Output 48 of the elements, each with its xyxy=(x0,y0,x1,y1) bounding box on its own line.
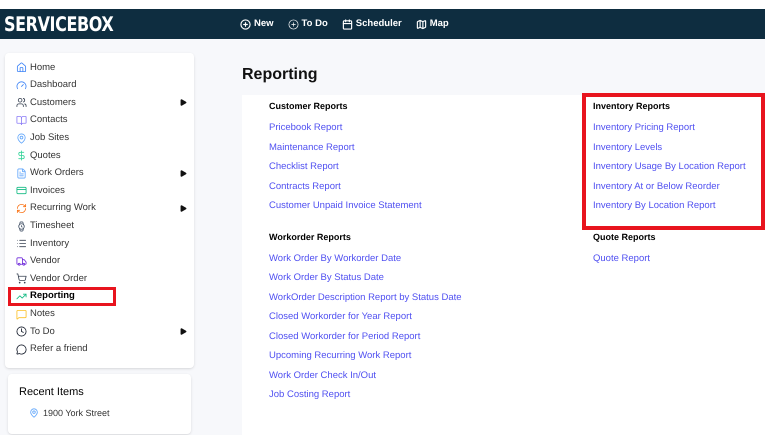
sidebar-item[interactable]: Vendor xyxy=(16,254,60,268)
sidebar-item[interactable]: Quotes xyxy=(16,148,61,163)
sidebar-item[interactable]: Dashboard xyxy=(16,78,76,93)
report-link[interactable]: Pricebook Report xyxy=(269,122,342,133)
sidebar-item[interactable]: Contacts xyxy=(16,113,68,128)
report-link[interactable]: Inventory Levels xyxy=(593,142,662,152)
recent-item[interactable]: 1900 York Street xyxy=(29,406,180,420)
page-title: Reporting xyxy=(242,65,319,85)
sidebar-item[interactable]: Notes xyxy=(16,306,55,322)
report-link[interactable]: Closed Workorder for Year Report xyxy=(269,311,412,322)
sidebar-item[interactable]: Timesheet xyxy=(16,219,74,234)
nav-button[interactable]: Map xyxy=(416,16,449,32)
report-link[interactable]: Work Order By Status Date xyxy=(269,272,384,283)
report-link[interactable]: Maintenance Report xyxy=(269,142,355,152)
report-link[interactable]: Upcoming Recurring Work Report xyxy=(269,350,412,361)
sidebar-item[interactable]: Invoices xyxy=(16,184,65,198)
sidebar-item[interactable]: Inventory xyxy=(16,236,70,251)
sidebar-item[interactable]: To Do xyxy=(16,324,55,339)
report-link[interactable]: Job Costing Report xyxy=(269,389,350,400)
report-link[interactable]: Closed Workorder for Period Report xyxy=(269,330,420,342)
sidebar-item[interactable]: Job Sites xyxy=(16,131,70,146)
sidebar-item[interactable]: Work Orders xyxy=(16,166,84,180)
report-link[interactable]: Inventory Pricing Report xyxy=(593,122,695,133)
sidebar-item[interactable]: Customers xyxy=(16,96,76,110)
report-link[interactable]: Customer Unpaid Invoice Statement xyxy=(269,200,422,211)
brand-logo: SERVICEBOX xyxy=(4,11,114,38)
nav-button[interactable]: Scheduler xyxy=(342,16,402,32)
report-link[interactable]: Inventory At or Below Reorder xyxy=(593,180,720,192)
report-link[interactable]: Work Order By Workorder Date xyxy=(269,252,402,264)
section-heading: Inventory Reports xyxy=(593,101,672,112)
nav-button[interactable]: To Do xyxy=(288,16,328,32)
section-heading: Customer Reports xyxy=(269,101,349,112)
report-link[interactable]: Checklist Report xyxy=(269,161,339,172)
section-heading: Quote Reports xyxy=(593,232,657,242)
card-title: Recent Items xyxy=(19,385,85,400)
report-link[interactable]: Inventory By Location Report xyxy=(593,200,716,211)
report-link[interactable]: Quote Report xyxy=(593,252,650,264)
sidebar-item[interactable]: Vendor Order xyxy=(16,272,88,286)
report-link[interactable]: Work Order Check In/Out xyxy=(269,370,376,380)
nav-button[interactable]: New xyxy=(240,16,274,32)
report-link[interactable]: Contracts Report xyxy=(269,180,341,192)
report-link[interactable]: Inventory Usage By Location Report xyxy=(593,161,746,172)
report-link[interactable]: WorkOrder Description Report by Status Date xyxy=(269,292,462,302)
sidebar-item[interactable]: Home xyxy=(16,60,56,75)
section-heading: Workorder Reports xyxy=(269,232,352,242)
sidebar-item[interactable]: Reporting xyxy=(16,289,75,304)
sidebar-item[interactable]: Recurring Work xyxy=(16,201,96,216)
sidebar-item[interactable]: Refer a friend xyxy=(16,342,88,356)
